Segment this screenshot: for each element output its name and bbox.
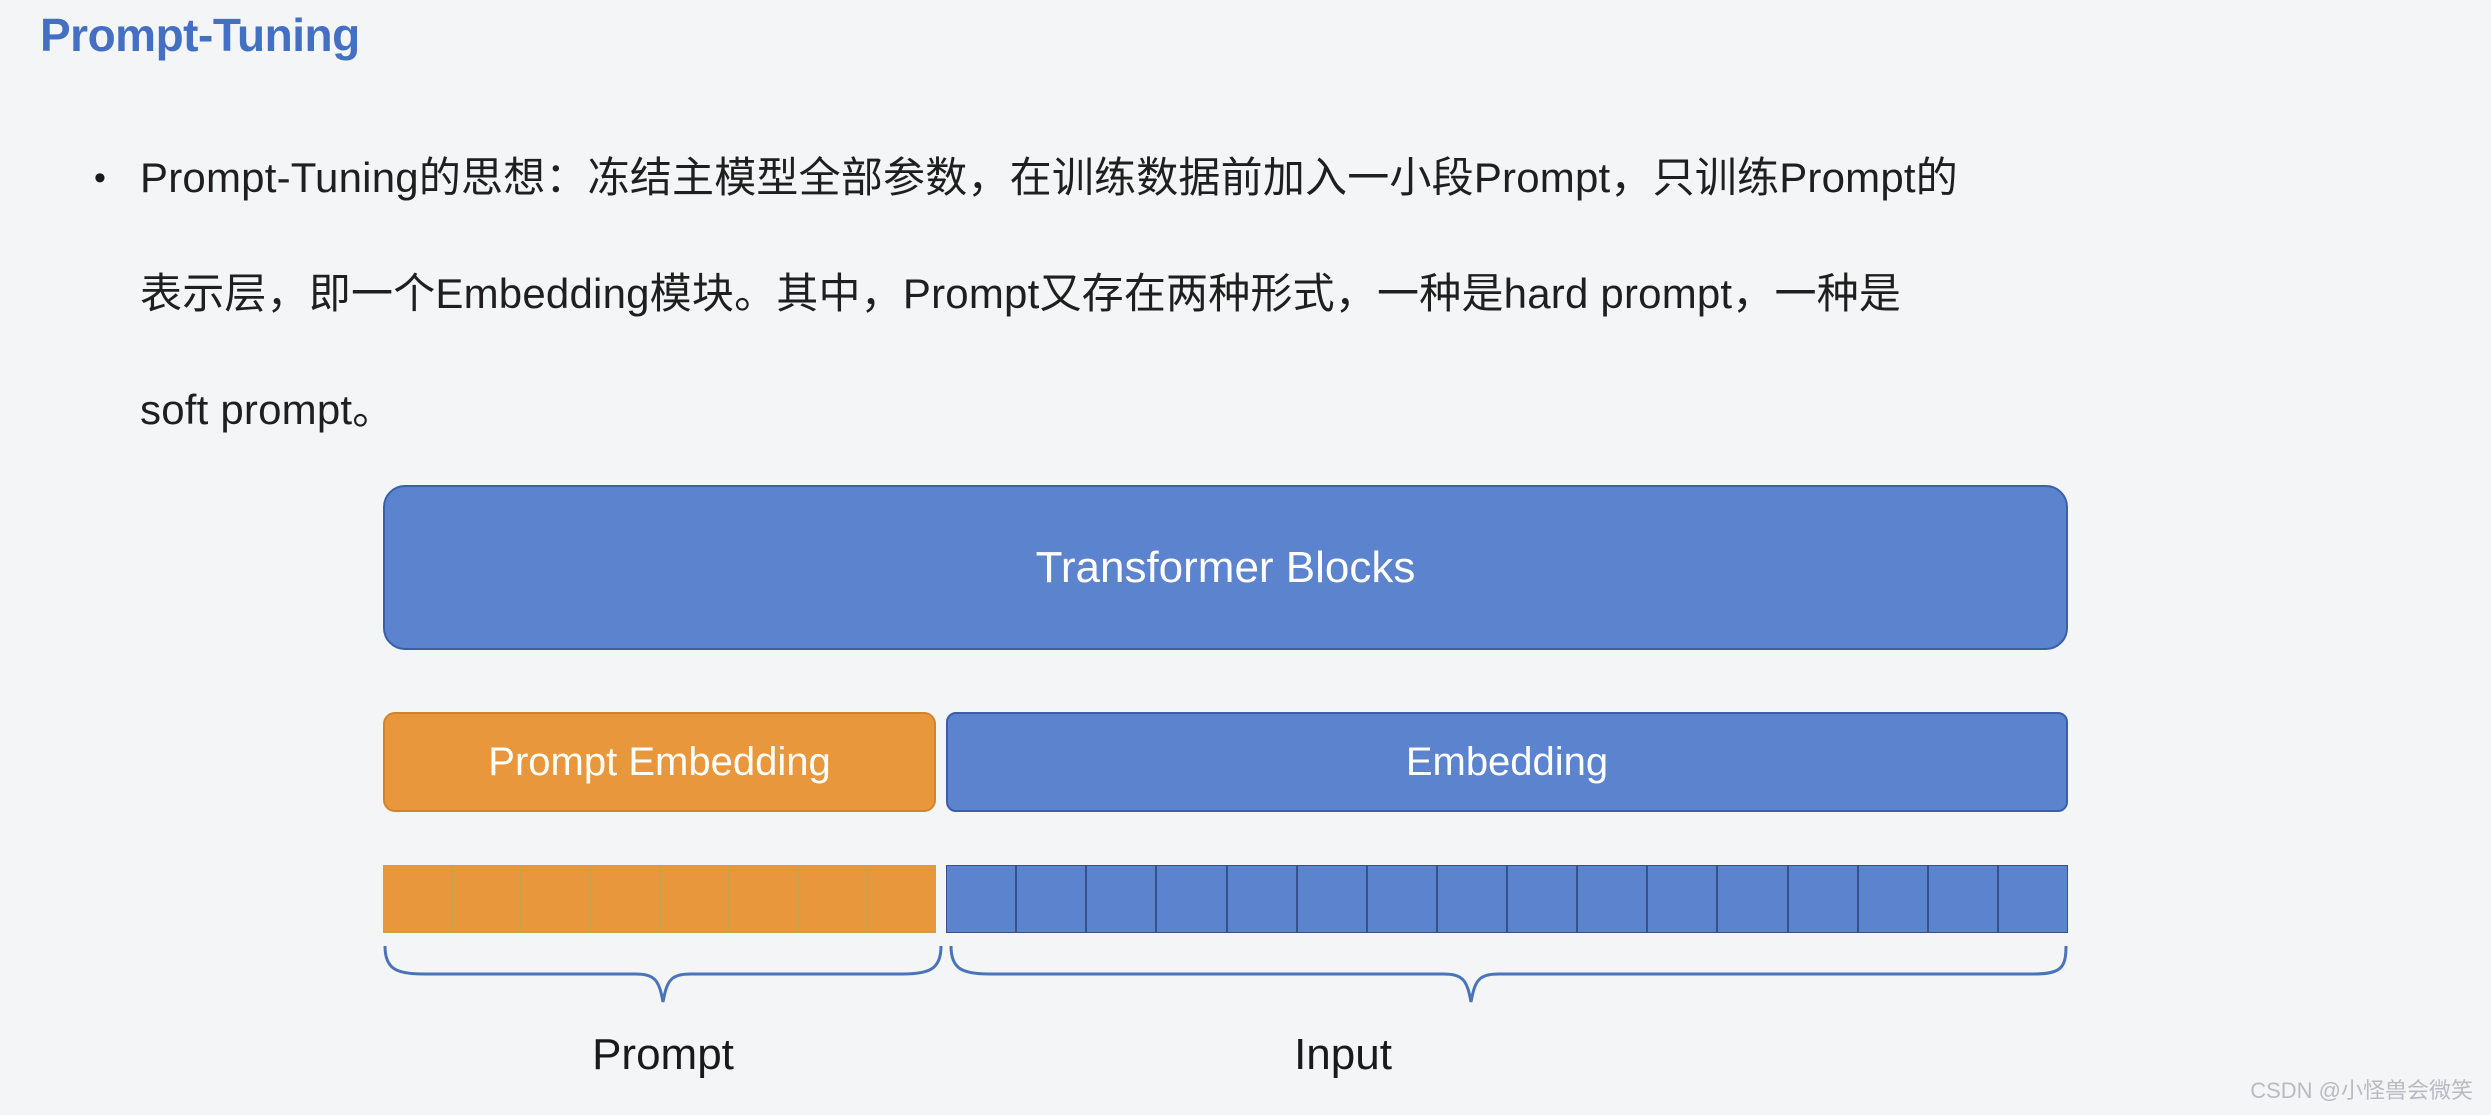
token-cell-input [1086, 865, 1157, 933]
brace-input [949, 945, 2068, 1003]
prompt-tuning-diagram: Transformer Blocks Prompt Embedding Embe… [383, 485, 2068, 1085]
csdn-watermark: CSDN @小怪兽会微笑 [2250, 1078, 2473, 1103]
page-title: Prompt-Tuning [40, 9, 360, 61]
bullet-text-line-2: 表示层，即一个Embedding模块。其中，Prompt又存在两种形式，一种是h… [140, 270, 1902, 317]
token-cell-input [1717, 865, 1788, 933]
token-cell-input [1787, 865, 1858, 933]
token-cell-prompt [452, 865, 522, 933]
embedding-label: Embedding [1405, 739, 1609, 784]
token-cell-input [1647, 865, 1718, 933]
token-cell-input [946, 865, 1017, 933]
token-cell-input [1857, 865, 1928, 933]
token-cell-input [1436, 865, 1507, 933]
token-cell-prompt [521, 865, 591, 933]
embedding-row: Prompt Embedding Embedding [383, 712, 2068, 812]
transformer-blocks-box: Transformer Blocks [383, 485, 2068, 650]
token-cell-prompt [866, 865, 936, 933]
embedding-box: Embedding [946, 712, 2068, 812]
token-cell-prompt [659, 865, 729, 933]
token-cell-input [1016, 865, 1087, 933]
token-gap [936, 865, 946, 933]
bullet-marker: • [94, 159, 106, 197]
token-cell-prompt [797, 865, 867, 933]
transformer-blocks-label: Transformer Blocks [1035, 542, 1416, 592]
prompt-embedding-label: Prompt Embedding [488, 739, 831, 784]
bullet-text-line-3: soft prompt。 [140, 386, 395, 433]
token-cell-input [1156, 865, 1227, 933]
token-cell-input [1927, 865, 1998, 933]
bullet-paragraph: • Prompt-Tuning的思想：冻结主模型全部参数，在训练数据前加入一小段… [60, 120, 2480, 468]
token-cell-input [1366, 865, 1437, 933]
token-cell-prompt [728, 865, 798, 933]
token-cell-input [1997, 865, 2068, 933]
token-grid [383, 865, 2068, 933]
bullet-text: Prompt-Tuning的思想：冻结主模型全部参数，在训练数据前加入一小段Pr… [140, 120, 2480, 468]
prompt-embedding-box: Prompt Embedding [383, 712, 936, 812]
token-cell-input [1226, 865, 1297, 933]
brace-prompt [383, 945, 943, 1003]
brace-group [383, 945, 2068, 1003]
token-cell-prompt [383, 865, 453, 933]
bullet-text-line-1: Prompt-Tuning的思想：冻结主模型全部参数，在训练数据前加入一小段Pr… [140, 154, 1958, 201]
token-cell-prompt [590, 865, 660, 933]
brace-label-prompt: Prompt [592, 1030, 734, 1079]
token-cell-input [1507, 865, 1578, 933]
token-cell-input [1296, 865, 1367, 933]
brace-label-input: Input [1294, 1030, 1392, 1079]
token-cell-input [1577, 865, 1648, 933]
